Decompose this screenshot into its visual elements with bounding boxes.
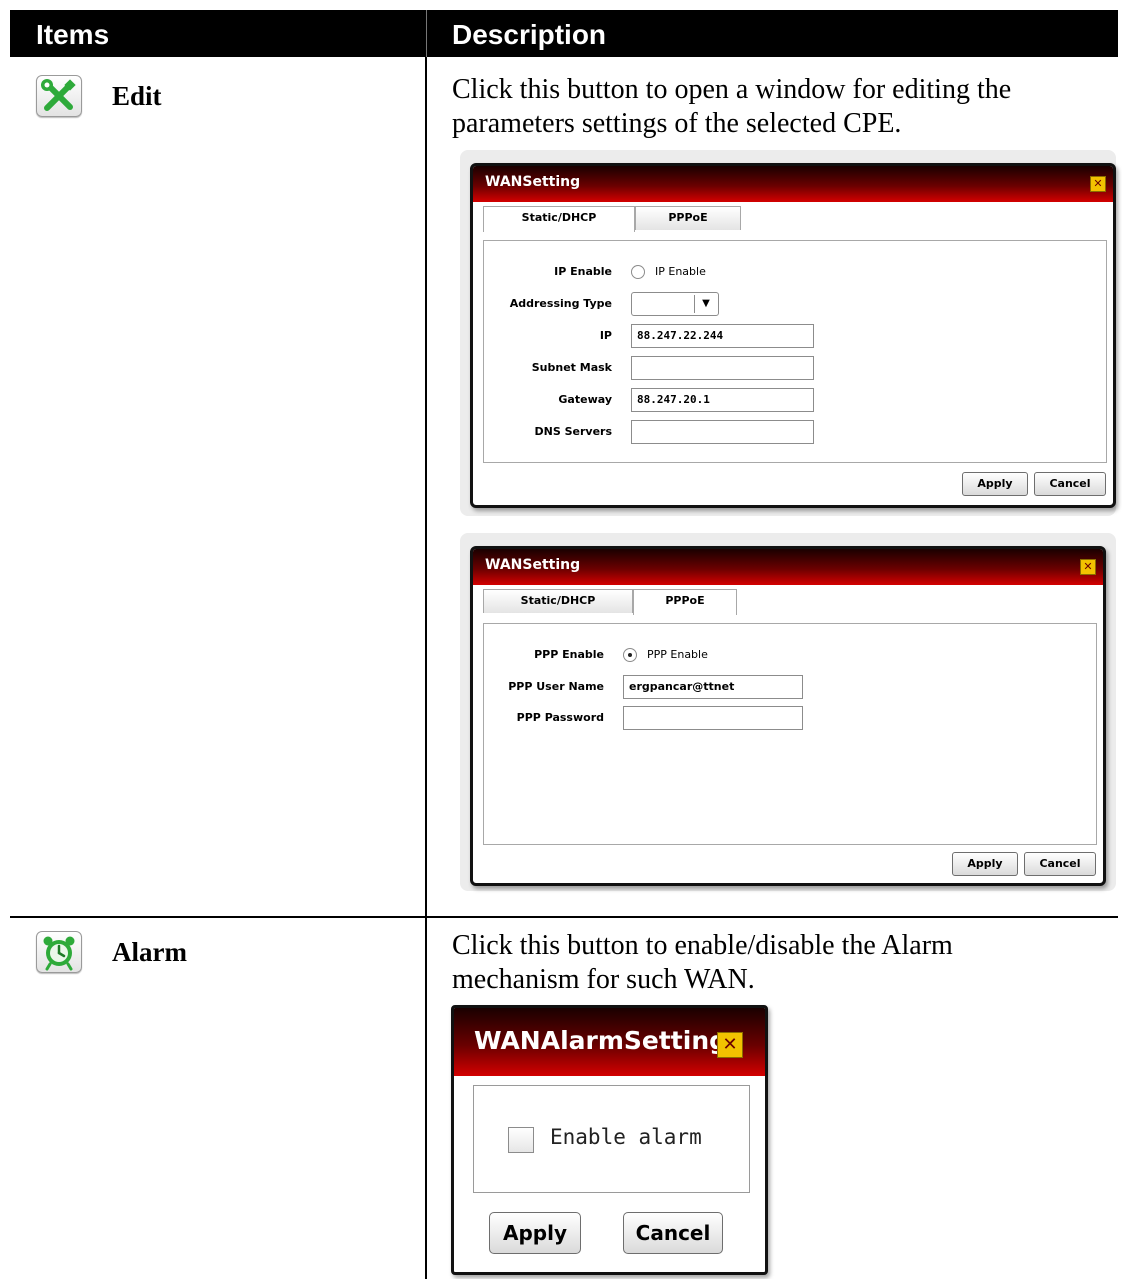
alarm-clock-icon bbox=[43, 936, 75, 971]
ppp-password-input[interactable] bbox=[623, 706, 803, 730]
dialog-title: WANAlarmSetting bbox=[474, 1026, 728, 1055]
cancel-button[interactable]: Cancel bbox=[623, 1212, 723, 1254]
pppoe-settings-panel: PPP Enable PPP Enable PPP User Name ergp… bbox=[483, 623, 1097, 845]
alarm-button[interactable] bbox=[36, 931, 82, 973]
ppp-enable-option: PPP Enable bbox=[647, 648, 708, 661]
ppp-user-name-input[interactable]: ergpancar@ttnet bbox=[623, 675, 803, 699]
enable-alarm-label: Enable alarm bbox=[550, 1125, 702, 1149]
ip-label: IP bbox=[599, 329, 612, 342]
ip-enable-radio[interactable] bbox=[631, 265, 645, 279]
subnet-mask-label: Subnet Mask bbox=[531, 361, 612, 374]
dns-servers-label: DNS Servers bbox=[534, 425, 613, 438]
dns-servers-input[interactable] bbox=[631, 420, 814, 444]
wan-alarm-setting-dialog: WANAlarmSetting ✕ Enable alarm Apply Can… bbox=[451, 1005, 768, 1275]
addressing-type-select[interactable]: ▼ bbox=[631, 292, 719, 316]
row-divider bbox=[10, 916, 1118, 918]
edit-label: Edit bbox=[112, 81, 162, 111]
edit-description: Click this button to open a window for e… bbox=[452, 74, 1012, 139]
dialog-title-bar: WANSetting ✕ bbox=[473, 549, 1103, 585]
apply-button[interactable]: Apply bbox=[489, 1212, 581, 1254]
dialog-title-bar: WANSetting ✕ bbox=[473, 166, 1113, 202]
ppp-enable-label: PPP Enable bbox=[534, 648, 604, 661]
ip-enable-option: IP Enable bbox=[655, 265, 706, 278]
edit-button[interactable] bbox=[36, 75, 82, 117]
wan-setting-static-dialog: WANSetting ✕ Static/DHCP PPPoE IP Enable… bbox=[470, 163, 1116, 508]
ppp-password-label: PPP Password bbox=[516, 711, 604, 724]
tab-static-dhcp[interactable]: Static/DHCP bbox=[483, 589, 633, 613]
dialog-title: WANSetting bbox=[485, 557, 581, 573]
ip-enable-label: IP Enable bbox=[554, 265, 612, 278]
cancel-button[interactable]: Cancel bbox=[1024, 852, 1096, 876]
subnet-mask-input[interactable] bbox=[631, 356, 814, 380]
ip-input[interactable]: 88.247.22.244 bbox=[631, 324, 814, 348]
cancel-button[interactable]: Cancel bbox=[1034, 472, 1106, 496]
static-settings-panel: IP Enable IP Enable Addressing Type ▼ IP… bbox=[483, 240, 1107, 463]
tab-pppoe[interactable]: PPPoE bbox=[633, 589, 737, 615]
alarm-description: Click this button to enable/disable the … bbox=[452, 930, 953, 995]
alarm-settings-panel: Enable alarm bbox=[473, 1085, 750, 1193]
wan-setting-pppoe-dialog: WANSetting ✕ Static/DHCP PPPoE PPP Enabl… bbox=[470, 546, 1106, 886]
header-items: Items bbox=[36, 19, 110, 50]
gateway-input[interactable]: 88.247.20.1 bbox=[631, 388, 814, 412]
close-icon[interactable]: ✕ bbox=[1080, 559, 1096, 575]
alarm-label: Alarm bbox=[112, 937, 187, 967]
apply-button[interactable]: Apply bbox=[952, 852, 1018, 876]
tab-pppoe[interactable]: PPPoE bbox=[635, 206, 741, 230]
addressing-type-label: Addressing Type bbox=[509, 297, 612, 310]
ppp-enable-radio[interactable] bbox=[623, 648, 637, 662]
chevron-down-icon: ▼ bbox=[694, 295, 717, 313]
header-description: Description bbox=[452, 19, 607, 50]
column-divider bbox=[425, 57, 427, 1279]
ppp-user-name-label: PPP User Name bbox=[508, 680, 604, 693]
dialog-title: WANSetting bbox=[485, 174, 581, 190]
header-divider bbox=[426, 10, 427, 57]
apply-button[interactable]: Apply bbox=[962, 472, 1028, 496]
wrench-screwdriver-icon bbox=[41, 79, 76, 111]
tab-static-dhcp[interactable]: Static/DHCP bbox=[483, 206, 635, 232]
close-icon[interactable]: ✕ bbox=[1090, 176, 1106, 192]
close-icon[interactable]: ✕ bbox=[717, 1032, 743, 1058]
gateway-label: Gateway bbox=[558, 393, 612, 406]
dialog-title-bar: WANAlarmSetting ✕ bbox=[454, 1008, 765, 1076]
enable-alarm-checkbox[interactable] bbox=[508, 1127, 534, 1153]
